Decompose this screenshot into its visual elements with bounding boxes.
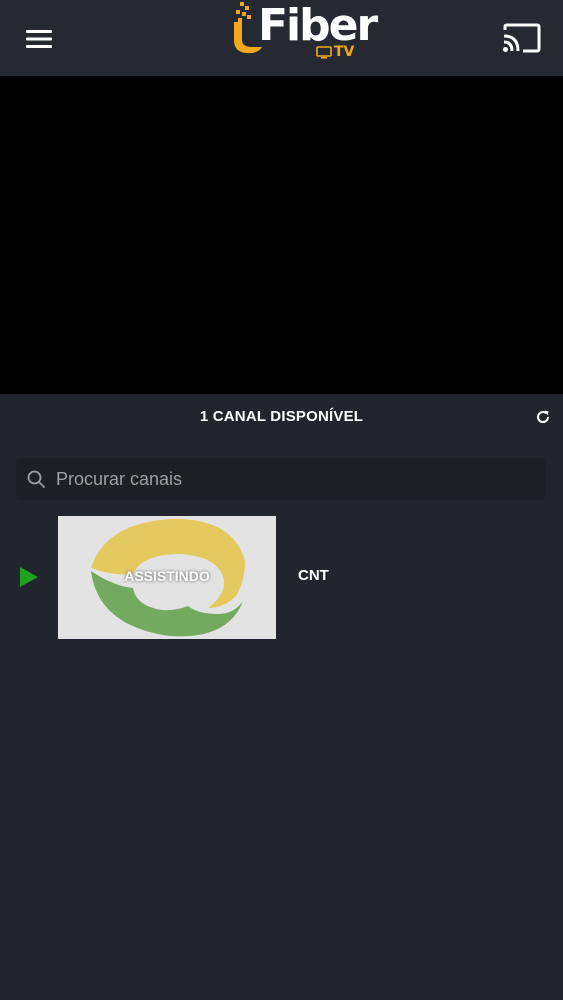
logo-wordmark: Fiber xyxy=(258,0,378,51)
channels-count-label: 1 CANAL DISPONÍVEL xyxy=(199,408,364,425)
logo-sub: TV xyxy=(316,44,354,60)
video-player[interactable] xyxy=(0,76,563,394)
hamburger-menu-icon xyxy=(26,30,52,48)
tv-icon xyxy=(316,45,332,59)
refresh-icon xyxy=(537,410,550,423)
refresh-button[interactable] xyxy=(532,406,554,428)
logo-tv-text: TV xyxy=(334,44,355,60)
menu-button[interactable] xyxy=(20,22,58,56)
search-bar xyxy=(16,458,545,500)
play-icon xyxy=(20,567,38,587)
app: Fiber TV 1 CANAL DISPONÍVEL Procurar can… xyxy=(0,0,563,1000)
app-header: Fiber TV xyxy=(0,0,563,76)
channel-list-item[interactable]: ASSISTINDO CNT xyxy=(0,515,563,639)
search-input[interactable] xyxy=(56,458,536,500)
channel-thumbnail[interactable]: ASSISTINDO xyxy=(58,516,276,639)
search-icon xyxy=(27,470,45,488)
cast-button[interactable] xyxy=(498,18,544,58)
watching-label: ASSISTINDO xyxy=(124,568,210,584)
fiber-tv-logo: Fiber TV xyxy=(228,0,378,66)
channels-bar: 1 CANAL DISPONÍVEL xyxy=(0,394,563,440)
cast-icon xyxy=(503,23,541,53)
channel-name: CNT xyxy=(298,567,329,584)
